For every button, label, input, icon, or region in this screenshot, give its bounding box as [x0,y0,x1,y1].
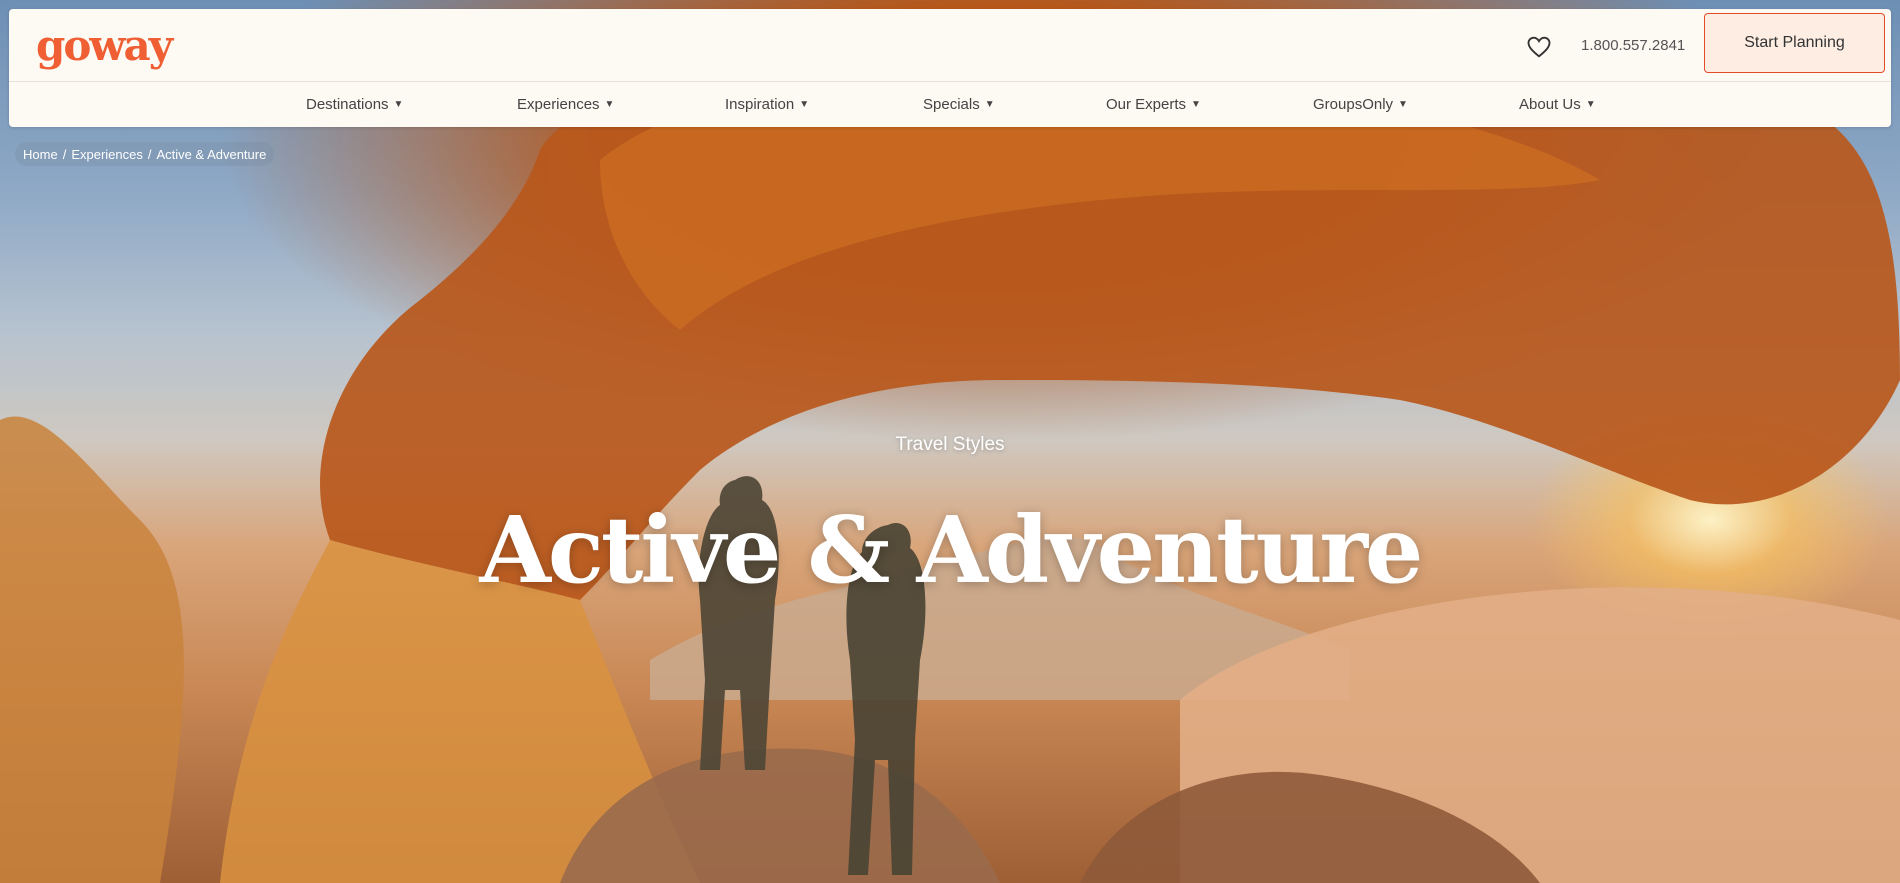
breadcrumb-experiences[interactable]: Experiences [71,147,143,162]
nav-label: Experiences [517,96,600,113]
nav-item-inspiration[interactable]: Inspiration ▼ [725,96,809,113]
nav-label: Inspiration [725,96,795,113]
page-title: Active & Adventure [479,496,1424,604]
nav-label: About Us [1519,96,1581,113]
phone-link[interactable]: 1.800.557.2841 [1581,37,1685,54]
nav-label: Destinations [306,96,389,113]
breadcrumb-current: Active & Adventure [156,146,267,162]
nav-item-experiences[interactable]: Experiences ▼ [517,96,614,113]
heart-icon [1527,36,1551,58]
breadcrumb-separator: / [62,146,67,162]
start-planning-button[interactable]: Start Planning [1704,13,1885,73]
caret-down-icon: ▼ [1585,99,1596,110]
nav-item-specials[interactable]: Specials ▼ [923,96,995,113]
caret-down-icon: ▼ [393,99,404,110]
breadcrumb-separator: / [147,146,152,162]
caret-down-icon: ▼ [799,99,810,110]
site-header: goway 1.800.557.2841 Start Planning Dest… [9,9,1891,127]
nav-label: Our Experts [1106,96,1187,113]
hero-eyebrow: Travel Styles [895,434,1005,455]
caret-down-icon: ▼ [984,99,995,110]
nav-item-groupsonly[interactable]: GroupsOnly ▼ [1313,96,1408,113]
goway-logo[interactable]: goway [36,21,173,70]
caret-down-icon: ▼ [1191,99,1201,110]
nav-item-destinations[interactable]: Destinations ▼ [306,96,403,113]
caret-down-icon: ▼ [1398,99,1408,110]
favorites-button[interactable] [1525,33,1553,61]
nav-item-about-us[interactable]: About Us ▼ [1519,96,1596,113]
main-nav: Destinations ▼ Experiences ▼ Inspiration ▼ … [9,82,1891,127]
nav-item-our-experts[interactable]: Our Experts ▼ [1106,96,1201,113]
nav-label: GroupsOnly [1313,96,1394,113]
breadcrumb: Home / Experiences / Active & Adventure [15,142,275,166]
nav-label: Specials [923,96,980,113]
caret-down-icon: ▼ [604,99,615,110]
breadcrumb-home[interactable]: Home [23,147,58,162]
